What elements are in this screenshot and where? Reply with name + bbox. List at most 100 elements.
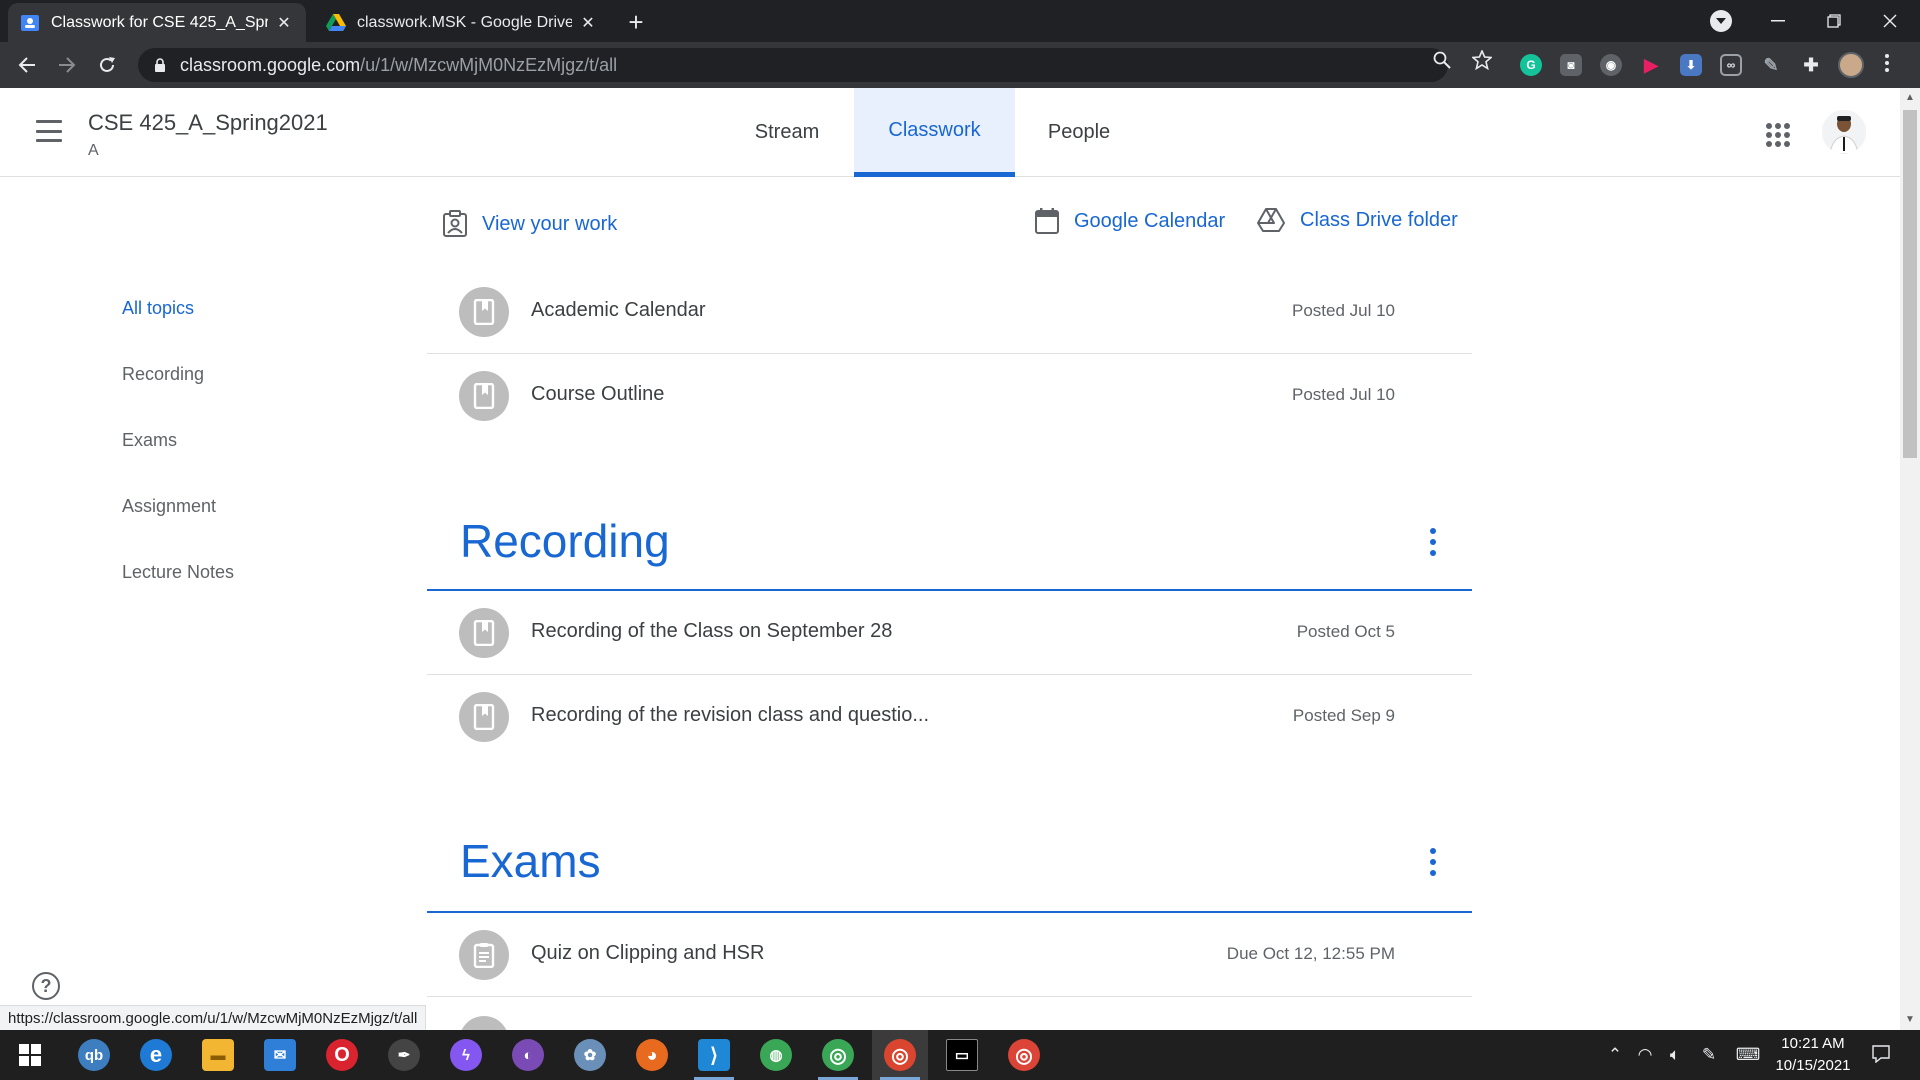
screencast-icon[interactable]: ◉ <box>1600 54 1622 76</box>
messenger-glyph: ϟ <box>450 1039 482 1071</box>
windows-taskbar: qb e ▬ ✉ O ✒ ϟ ◐ ✿ ◕ ⟩ ◍ ◎ ◎ ▭ ◎ ⌃ ◠ 🔈︎ … <box>0 1030 1920 1080</box>
google-calendar-link[interactable]: Google Calendar <box>1034 207 1225 235</box>
pen-workspace-icon[interactable]: ✎ <box>1698 1045 1720 1065</box>
list-item[interactable]: Quiz on Clipping and HSR Due Oct 12, 12:… <box>427 913 1472 997</box>
inkscape-icon[interactable]: ✒ <box>376 1030 432 1080</box>
restore-icon[interactable] <box>1806 0 1862 42</box>
firefox-icon[interactable]: ◕ <box>624 1030 680 1080</box>
show-hidden-icons-icon[interactable]: ⌃ <box>1604 1045 1626 1065</box>
browser-tab-classwork[interactable]: Classwork for CSE 425_A_Spring2 ✕ <box>8 3 306 42</box>
download-icon[interactable]: ⬇ <box>1680 54 1702 76</box>
wifi-icon[interactable]: ◠ <box>1634 1045 1656 1065</box>
firefox-glyph: ◕ <box>636 1039 668 1071</box>
maps-icon[interactable]: ◍ <box>748 1030 804 1080</box>
tab-search-icon[interactable] <box>1710 10 1732 32</box>
chrome-menu-icon[interactable] <box>1882 52 1892 78</box>
github-icon[interactable]: ◐ <box>500 1030 556 1080</box>
close-window-icon[interactable] <box>1862 0 1918 42</box>
class-drive-folder-link[interactable]: Class Drive folder <box>1256 207 1458 233</box>
material-icon <box>459 608 509 658</box>
browser-tab-strip: Classwork for CSE 425_A_Spring2 ✕ classw… <box>0 0 1920 42</box>
volume-icon[interactable]: 🔈︎ <box>1664 1045 1686 1065</box>
start-button[interactable] <box>2 1030 58 1080</box>
topic-nav-assignment[interactable]: Assignment <box>122 496 216 517</box>
item-title: Quiz on Clipping and HSR <box>531 942 765 964</box>
paint-glyph: ✿ <box>574 1039 606 1071</box>
topic-heading-exams: Exams <box>460 835 601 887</box>
scroll-up-arrow-icon[interactable]: ▲ <box>1904 92 1916 104</box>
qbittorrent-icon[interactable]: qb <box>66 1030 122 1080</box>
chrome-profile-icon[interactable]: ◎ <box>872 1030 928 1080</box>
close-tab-icon[interactable]: ✕ <box>274 13 294 33</box>
edge-icon[interactable]: e <box>128 1030 184 1080</box>
vscode-icon[interactable]: ⟩ <box>686 1030 742 1080</box>
google-drive-favicon-icon <box>326 13 346 33</box>
item-title: Academic Calendar <box>531 299 706 321</box>
opera-glyph: O <box>326 1039 358 1071</box>
classroom-header: CSE 425_A_Spring2021 A Stream Classwork … <box>0 88 1900 177</box>
opera-icon[interactable]: O <box>314 1030 370 1080</box>
assignment-icon <box>459 930 509 980</box>
list-item[interactable]: Course Outline Posted Jul 10 <box>427 354 1472 438</box>
chrome-profile-glyph: ◎ <box>884 1039 916 1071</box>
terminal-icon[interactable]: ▭ <box>934 1030 990 1080</box>
camera-icon[interactable]: ◙ <box>1560 54 1582 76</box>
topic-more-options-icon[interactable] <box>1426 528 1440 556</box>
pen-icon[interactable]: ✎ <box>1760 54 1782 76</box>
link-icon[interactable]: ∞ <box>1720 54 1742 76</box>
messenger-icon[interactable]: ϟ <box>438 1030 494 1080</box>
view-your-work-link[interactable]: View your work <box>442 210 617 238</box>
tab-stream[interactable]: Stream <box>736 88 838 177</box>
url-host: classroom.google.com <box>180 54 361 75</box>
item-date: Posted Sep 9 <box>1292 706 1395 725</box>
topic-more-options-icon[interactable] <box>1426 848 1440 876</box>
list-item[interactable]: Recording of the Class on September 28 P… <box>427 591 1472 675</box>
chrome-profile-avatar[interactable] <box>1838 52 1864 78</box>
file-explorer-icon[interactable]: ▬ <box>190 1030 246 1080</box>
edge-glyph: e <box>140 1039 172 1071</box>
item-date: Posted Oct 5 <box>1296 622 1395 641</box>
puzzle-icon[interactable]: ✚ <box>1800 54 1822 76</box>
google-apps-icon[interactable] <box>1766 123 1790 147</box>
keyboard-icon[interactable]: ⌨ <box>1734 1045 1762 1065</box>
address-bar[interactable]: classroom.google.com/u/1/w/MzcwMjM0NzEzM… <box>138 48 1448 82</box>
topic-nav-lecture-notes[interactable]: Lecture Notes <box>122 562 234 583</box>
tab-classwork[interactable]: Classwork <box>854 88 1015 177</box>
browser-tab-drive[interactable]: classwork.MSK - Google Drive ✕ <box>314 3 610 42</box>
view-work-icon <box>443 210 467 237</box>
forward-icon[interactable] <box>52 50 82 80</box>
new-tab-button[interactable]: + <box>622 7 650 37</box>
reload-icon[interactable] <box>92 50 122 80</box>
google-calendar-label: Google Calendar <box>1074 209 1226 232</box>
class-title[interactable]: CSE 425_A_Spring2021 <box>88 110 328 136</box>
bookmark-star-icon[interactable] <box>1472 50 1492 70</box>
notification-center-icon[interactable] <box>1870 1045 1892 1065</box>
back-icon[interactable] <box>12 50 42 80</box>
account-avatar[interactable] <box>1822 110 1866 154</box>
tab-people[interactable]: People <box>1032 88 1126 177</box>
scroll-down-arrow-icon[interactable]: ▼ <box>1904 1014 1916 1026</box>
paint-icon[interactable]: ✿ <box>562 1030 618 1080</box>
list-item[interactable]: Recording of the revision class and ques… <box>427 675 1472 759</box>
lock-icon[interactable] <box>154 57 168 73</box>
chrome-icon[interactable]: ◎ <box>810 1030 866 1080</box>
list-item[interactable]: Academic Calendar Posted Jul 10 <box>427 270 1472 354</box>
minimize-icon[interactable] <box>1750 0 1806 42</box>
play-icon[interactable]: ▶ <box>1640 54 1662 76</box>
class-section: A <box>88 142 99 159</box>
vscode-glyph: ⟩ <box>698 1039 730 1071</box>
close-tab-icon[interactable]: ✕ <box>578 13 598 33</box>
topic-nav-all-topics[interactable]: All topics <box>122 298 194 319</box>
main-menu-icon[interactable] <box>36 120 62 142</box>
help-icon[interactable]: ? <box>32 972 60 1000</box>
chrome-ex-icon[interactable]: ◎ <box>996 1030 1052 1080</box>
clock-time[interactable]: 10:21 AM <box>1768 1035 1858 1052</box>
grammarly-icon[interactable]: G <box>1520 54 1542 76</box>
clock-date[interactable]: 10/15/2021 <box>1768 1057 1858 1074</box>
mail-icon[interactable]: ✉ <box>252 1030 308 1080</box>
item-title: Recording of the revision class and ques… <box>531 704 929 726</box>
scrollbar-thumb[interactable] <box>1903 110 1917 458</box>
topic-nav-exams[interactable]: Exams <box>122 430 177 451</box>
topic-nav-recording[interactable]: Recording <box>122 364 204 385</box>
zoom-icon[interactable] <box>1432 50 1452 70</box>
